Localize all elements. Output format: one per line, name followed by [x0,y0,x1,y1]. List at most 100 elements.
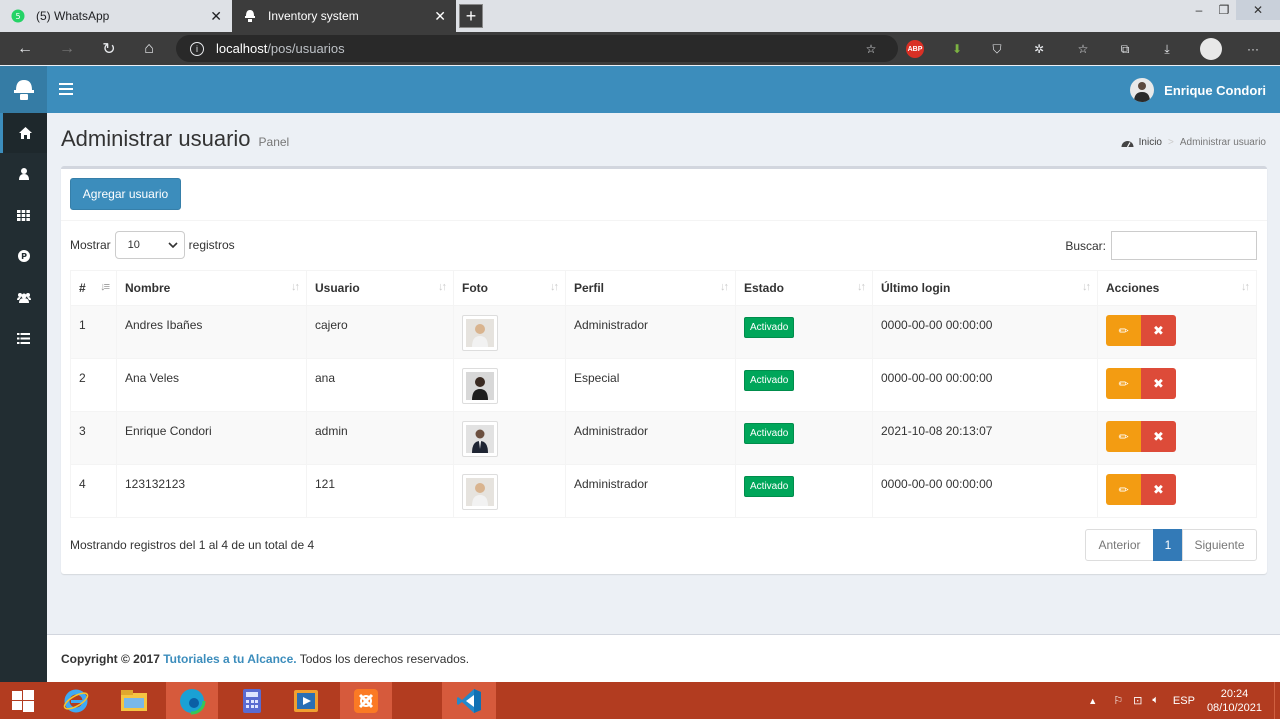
windows-start-icon[interactable] [0,682,46,719]
cell-nombre: Andres Ibañes [116,305,307,359]
minimize-button[interactable]: – [1186,0,1212,20]
adblock-icon[interactable]: ABP [906,40,924,58]
col-header-id[interactable]: # ↓≡ [70,270,117,306]
delete-button[interactable]: ✖ [1141,474,1176,505]
sidebar-item-home[interactable] [0,113,47,153]
extensions-icon[interactable]: ✲ [1030,40,1048,58]
cell-perfil: Administrador [565,411,736,465]
times-icon: ✖ [1153,428,1164,444]
search-input[interactable] [1111,231,1257,260]
table-row: 3 Enrique Condori admin Administrador Ac… [70,411,1257,465]
shield-icon[interactable]: ⛉ [988,40,1006,58]
delete-button[interactable]: ✖ [1141,315,1176,346]
status-badge[interactable]: Activado [744,476,795,497]
add-user-button[interactable]: Agregar usuario [70,178,181,210]
action-center-icon[interactable]: ⚐ [1113,694,1123,707]
status-badge[interactable]: Activado [744,423,795,444]
home-browser-icon[interactable]: ⌂ [138,38,160,60]
user-photo[interactable] [462,368,498,404]
pencil-icon: ✏ [1118,323,1129,338]
more-icon[interactable]: ··· [1244,40,1262,58]
cell-id: 4 [70,464,117,518]
status-badge[interactable]: Activado [744,317,795,338]
page-length-select[interactable]: 10 [114,231,185,259]
col-header-acciones[interactable]: Acciones ↓↑ [1097,270,1257,306]
edit-button[interactable]: ✏ [1106,315,1141,346]
internet-explorer-icon[interactable] [50,682,102,719]
col-header-nombre[interactable]: Nombre ↓↑ [116,270,307,306]
tray-expand-icon[interactable]: ▲ [1088,696,1097,706]
download-ext-icon[interactable]: ⬇ [948,40,966,58]
sort-icon: ↓↑ [1082,281,1091,293]
col-header-usuario[interactable]: Usuario ↓↑ [306,270,454,306]
restore-button[interactable]: ❐ [1212,0,1236,20]
sidebar-item-clients[interactable] [0,277,47,317]
table-header-row: # ↓≡ Nombre ↓↑ Usuario ↓↑ Foto ↓↑ Perfil ↓↑ E… [70,270,1257,306]
user-menu[interactable]: Enrique Condori [1130,78,1266,102]
cell-login: 0000-00-00 00:00:00 [872,305,1098,359]
col-header-ultimo-login[interactable]: Último login ↓↑ [872,270,1098,306]
favorites-icon[interactable]: ☆ [1074,40,1092,58]
collections-icon[interactable]: ⧉ [1116,40,1134,58]
user-photo[interactable] [462,315,498,351]
volume-icon[interactable]: 🔈︎ [1152,694,1159,707]
refresh-icon[interactable]: ↻ [98,38,120,60]
close-icon[interactable]: ✕ [210,8,222,25]
window-close-button[interactable]: ✕ [1236,0,1280,20]
cell-acciones: ✏ ✖ [1097,358,1257,412]
edge-browser-icon[interactable] [166,682,218,719]
sort-icon: ↓↑ [1241,281,1250,293]
browser-tab-bar: 5 (5) WhatsApp ✕ Inventory system ✕ + – … [0,0,1280,32]
profile-icon[interactable] [1200,38,1222,60]
app-logo[interactable] [0,66,47,113]
delete-button[interactable]: ✖ [1141,368,1176,399]
delete-button[interactable]: ✖ [1141,421,1176,452]
edit-button[interactable]: ✏ [1106,421,1141,452]
media-player-icon[interactable] [280,682,332,719]
col-header-perfil[interactable]: Perfil ↓↑ [565,270,736,306]
clock[interactable]: 20:24 08/10/2021 [1207,687,1262,715]
pencil-icon: ✏ [1118,376,1129,391]
forward-icon[interactable]: → [56,38,78,60]
network-icon[interactable]: ⊡ [1133,694,1142,707]
user-photo[interactable] [462,421,498,457]
footer-link[interactable]: Tutoriales a tu Alcance. [163,652,296,666]
new-tab-button[interactable]: + [459,4,483,28]
menu-toggle-icon[interactable] [59,81,73,97]
tab-whatsapp[interactable]: 5 (5) WhatsApp ✕ [0,0,232,32]
url-field[interactable]: i localhost/pos/usuarios [176,35,898,62]
sidebar-item-categories[interactable] [0,195,47,235]
tab-inventory[interactable]: Inventory system ✕ [232,0,456,32]
edit-button[interactable]: ✏ [1106,474,1141,505]
back-icon[interactable]: ← [14,38,36,60]
language-indicator[interactable]: ESP [1173,695,1195,707]
sidebar-item-user[interactable] [0,154,47,194]
page-1-button[interactable]: 1 [1153,529,1183,561]
next-page-button[interactable]: Siguiente [1182,529,1257,561]
info-icon[interactable]: i [190,41,204,56]
sort-asc-icon: ↓≡ [100,281,110,293]
close-icon[interactable]: ✕ [434,8,446,25]
status-badge[interactable]: Activado [744,370,795,391]
sidebar-item-products[interactable]: P [0,236,47,276]
xampp-icon[interactable] [340,682,392,719]
calculator-icon[interactable] [226,682,278,719]
downloads-icon[interactable]: ⤓ [1158,40,1176,58]
breadcrumb-home[interactable]: Inicio [1139,137,1162,148]
cell-login: 0000-00-00 00:00:00 [872,358,1098,412]
sidebar-item-sales[interactable] [0,318,47,358]
user-photo[interactable] [462,474,498,510]
previous-page-button[interactable]: Anterior [1085,529,1154,561]
show-desktop-button[interactable] [1274,682,1280,719]
show-label: Mostrar [70,238,111,252]
svg-text:P: P [21,252,27,261]
cell-foto [453,305,566,359]
helmet-icon [242,8,258,24]
file-explorer-icon[interactable] [108,682,160,719]
home-icon [18,127,32,139]
edit-button[interactable]: ✏ [1106,368,1141,399]
vscode-icon[interactable] [442,682,496,719]
add-favorite-icon[interactable]: ☆ [862,40,880,58]
col-header-estado[interactable]: Estado ↓↑ [735,270,873,306]
col-header-foto[interactable]: Foto ↓↑ [453,270,566,306]
